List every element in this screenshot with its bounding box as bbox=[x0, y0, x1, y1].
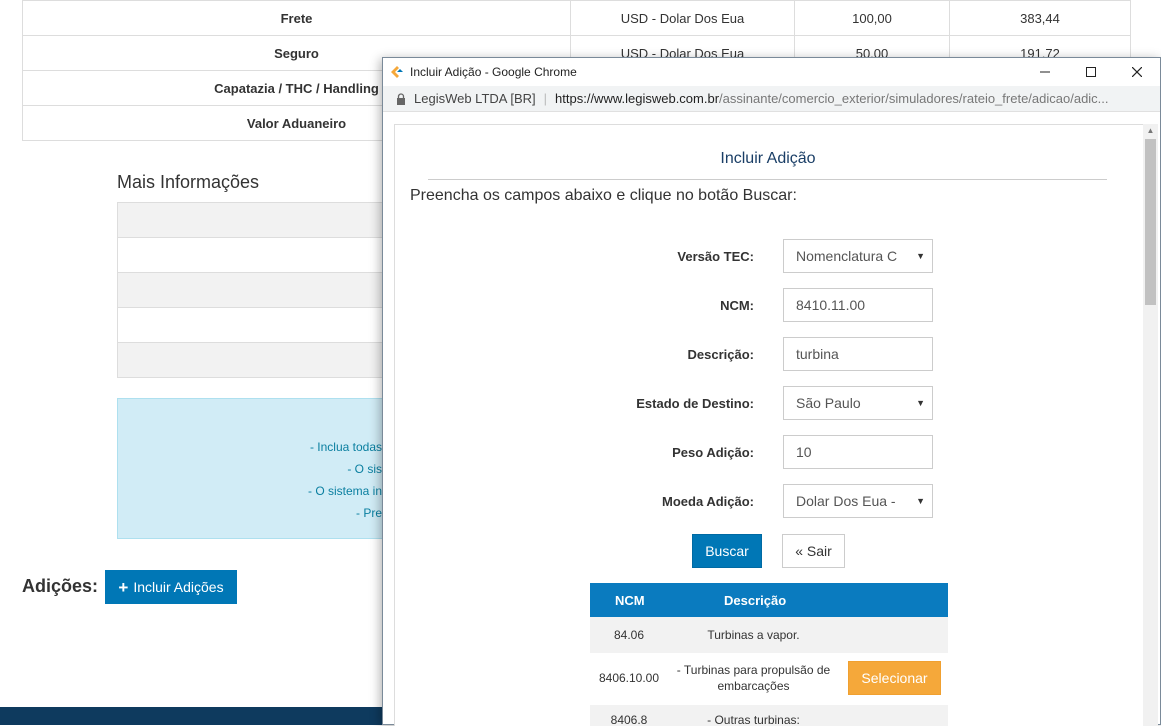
ncm-input[interactable]: 8410.11.00 bbox=[783, 288, 933, 322]
peso-adicao-input[interactable]: 10 bbox=[783, 435, 933, 469]
sair-button[interactable]: « Sair bbox=[782, 534, 845, 568]
alert-line: - O sistema in bbox=[307, 484, 382, 498]
results-table: NCM Descrição 84.06 Turbinas a vapor. 84… bbox=[590, 583, 948, 726]
form-title: Incluir Adição bbox=[720, 150, 816, 167]
close-button[interactable] bbox=[1114, 58, 1160, 86]
info-cell bbox=[117, 307, 417, 343]
info-cell bbox=[117, 272, 417, 308]
table-row: Frete USD - Dolar Dos Eua 100,00 383,44 bbox=[22, 0, 1131, 36]
versao-tec-select[interactable]: Nomenclatura C ▼ bbox=[783, 239, 933, 273]
result-descricao: - Outras turbinas: bbox=[707, 713, 800, 726]
table-row bbox=[117, 237, 417, 273]
alert-line: - Pre bbox=[355, 506, 382, 520]
info-cell: Co bbox=[117, 202, 417, 238]
result-descricao: Turbinas a vapor. bbox=[707, 628, 800, 642]
result-ncm: 8406.8 bbox=[610, 713, 648, 726]
dropdown-caret-icon: ▼ bbox=[916, 496, 925, 506]
popup-content: Incluir Adição Preencha os campos abaixo… bbox=[394, 124, 1144, 726]
moeda-adicao-select[interactable]: Dolar Dos Eua - ▼ bbox=[783, 484, 933, 518]
site-identity: LegisWeb LTDA [BR] bbox=[414, 91, 536, 106]
estado-destino-label: Estado de Destino: bbox=[636, 396, 754, 411]
row-label: Frete bbox=[22, 0, 571, 36]
maximize-icon bbox=[1086, 67, 1096, 77]
peso-adicao-label: Peso Adição: bbox=[672, 445, 754, 460]
buscar-button[interactable]: Buscar bbox=[692, 534, 762, 568]
result-ncm: 8406.10.00 bbox=[598, 671, 660, 685]
table-row: 8406.10.00 - Turbinas para propulsão de … bbox=[590, 653, 948, 705]
alert-line: - O sis bbox=[347, 462, 382, 476]
moeda-adicao-label: Moeda Adição: bbox=[662, 494, 754, 509]
moeda-adicao-value: Dolar Dos Eua - bbox=[796, 493, 896, 509]
address-bar[interactable]: LegisWeb LTDA [BR] | https://www.legiswe… bbox=[383, 86, 1160, 112]
result-ncm: 84.06 bbox=[613, 628, 645, 642]
scrollbar[interactable]: ▲ bbox=[1143, 124, 1158, 726]
selecionar-button[interactable]: Selecionar bbox=[848, 661, 941, 695]
descricao-value: turbina bbox=[796, 346, 839, 362]
minimize-button[interactable] bbox=[1022, 58, 1068, 86]
info-alert: - Inclua todas - O sis - O sistema in - … bbox=[117, 398, 407, 539]
legisweb-logo-icon bbox=[391, 66, 403, 78]
window-titlebar[interactable]: Incluir Adição - Google Chrome bbox=[383, 58, 1160, 86]
table-row: 84.06 Turbinas a vapor. bbox=[590, 617, 948, 653]
row-value-brl: 383,44 bbox=[949, 0, 1131, 36]
ncm-label: NCM: bbox=[720, 298, 754, 313]
result-descricao: - Turbinas para propulsão de embarcações bbox=[676, 663, 831, 693]
scroll-up-icon[interactable]: ▲ bbox=[1143, 124, 1158, 138]
lock-icon bbox=[397, 92, 405, 105]
col-header-ncm: NCM bbox=[615, 593, 645, 608]
plus-icon: + bbox=[118, 577, 129, 597]
adicoes-label: Adições: bbox=[22, 576, 99, 596]
form-instructions: Preencha os campos abaixo e clique no bo… bbox=[410, 187, 797, 204]
table-row: Co bbox=[117, 202, 417, 238]
dropdown-caret-icon: ▼ bbox=[916, 398, 925, 408]
close-icon bbox=[1132, 67, 1142, 77]
window-title: Incluir Adição - Google Chrome bbox=[410, 65, 577, 79]
ncm-value: 8410.11.00 bbox=[796, 297, 866, 313]
mais-informacoes-title: Mais Informações bbox=[117, 172, 260, 192]
url-path: /assinante/comercio_exterior/simuladores… bbox=[719, 91, 1109, 106]
info-cell: Taxa bbox=[117, 342, 417, 378]
url-host: https://www.legisweb.com.br bbox=[555, 91, 720, 106]
table-row bbox=[117, 307, 417, 343]
col-header-descricao: Descrição bbox=[724, 593, 787, 608]
address-separator: | bbox=[543, 91, 548, 106]
versao-tec-label: Versão TEC: bbox=[677, 249, 754, 264]
table-row: Taxa bbox=[117, 342, 417, 378]
incluir-adicoes-button[interactable]: + Incluir Adições bbox=[105, 570, 237, 604]
descricao-label: Descrição: bbox=[687, 347, 754, 362]
table-row: 8406.8 - Outras turbinas: bbox=[590, 705, 948, 726]
descricao-input[interactable]: turbina bbox=[783, 337, 933, 371]
peso-adicao-value: 10 bbox=[796, 444, 812, 460]
results-header: NCM Descrição bbox=[590, 583, 948, 617]
minimize-icon bbox=[1040, 71, 1050, 73]
alert-line: - Inclua todas bbox=[309, 440, 382, 454]
title-divider bbox=[428, 179, 1107, 180]
estado-destino-value: São Paulo bbox=[796, 395, 861, 411]
table-row bbox=[117, 272, 417, 308]
dropdown-caret-icon: ▼ bbox=[916, 251, 925, 261]
maximize-button[interactable] bbox=[1068, 58, 1114, 86]
info-table: Co Taxa bbox=[117, 202, 417, 378]
incluir-adicoes-label: Incluir Adições bbox=[133, 579, 224, 595]
popup-window: Incluir Adição - Google Chrome LegisWeb … bbox=[382, 57, 1161, 726]
estado-destino-select[interactable]: São Paulo ▼ bbox=[783, 386, 933, 420]
row-currency: USD - Dolar Dos Eua bbox=[570, 0, 795, 36]
versao-tec-value: Nomenclatura C bbox=[796, 248, 898, 264]
row-value: 100,00 bbox=[794, 0, 950, 36]
info-cell bbox=[117, 237, 417, 273]
scroll-thumb[interactable] bbox=[1145, 139, 1156, 305]
